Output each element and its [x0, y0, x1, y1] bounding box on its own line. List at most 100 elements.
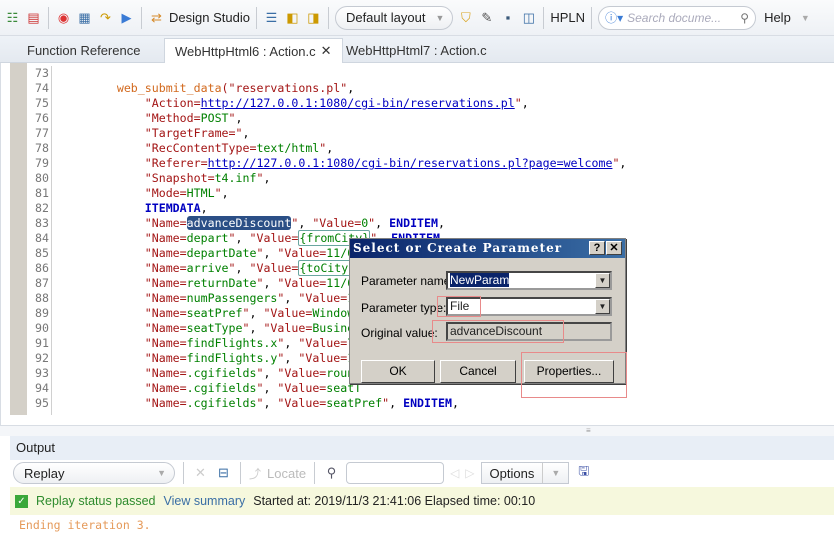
tab-function-reference[interactable]: Function Reference	[17, 38, 150, 63]
wrap-icon[interactable]: ⊟	[215, 465, 232, 482]
cancel-button[interactable]: Cancel	[440, 360, 516, 383]
search-icon[interactable]: ⚲	[323, 465, 340, 482]
replay-dropdown[interactable]: Replay ▼	[13, 462, 175, 484]
run-step-icon[interactable]: ↷	[97, 9, 114, 26]
code-token: web_submit_data	[116, 81, 222, 95]
annotation-highlight	[432, 320, 564, 343]
regenerate-icon[interactable]: ▦	[76, 9, 93, 26]
editor-tabs: Function Reference WebHttpHtml6 : Action…	[0, 36, 834, 63]
divider	[327, 6, 329, 29]
window-icon[interactable]: ◫	[520, 9, 537, 26]
code-line[interactable]: "Action=http://127.0.0.1:1080/cgi-bin/re…	[61, 96, 834, 111]
chevron-down-icon[interactable]: ▼	[801, 13, 810, 23]
close-icon[interactable]: ✕	[321, 43, 332, 59]
ok-button[interactable]: OK	[361, 360, 435, 383]
panel-splitter[interactable]: ≡	[0, 425, 834, 436]
line-number: 74	[35, 81, 49, 95]
search-input[interactable]: ⓘ▾ Search docume... ⚲	[598, 5, 757, 30]
line-number: 76	[35, 111, 49, 125]
line-number: 89	[35, 306, 49, 320]
code-token: Window	[312, 306, 355, 320]
tab-webhttphtml7-action[interactable]: WebHttpHtml7 : Action.c	[336, 38, 497, 63]
line-number: 79	[35, 156, 49, 170]
code-token: ,	[438, 216, 445, 230]
divider	[48, 6, 49, 29]
code-line[interactable]: web_submit_data("reservations.pl",	[61, 81, 834, 96]
chevron-down-icon[interactable]: ▼	[595, 273, 610, 288]
chevron-down-icon[interactable]: ▼	[542, 463, 568, 483]
divider	[183, 462, 184, 484]
previous-icon[interactable]: ◁	[450, 466, 459, 480]
code-token: seatType	[186, 321, 243, 335]
code-token: returnDate	[186, 276, 257, 290]
dialog-title-bar[interactable]: Select or Create Parameter ? ✕	[350, 239, 625, 258]
find-input[interactable]	[346, 462, 445, 484]
transaction-icon[interactable]: ◨	[305, 9, 322, 26]
save-icon[interactable]: 🖫	[575, 463, 592, 482]
view-summary-link[interactable]: View summary	[164, 494, 246, 508]
code-line[interactable]: "Mode=HTML",	[61, 186, 834, 201]
code-line[interactable]	[61, 66, 834, 81]
line-number: 87	[35, 276, 49, 290]
compile-icon[interactable]: ☷	[4, 9, 21, 26]
options-button[interactable]: Options ▼	[480, 462, 570, 484]
tab-webhttphtml6-action[interactable]: WebHttpHtml6 : Action.c ✕	[164, 38, 343, 63]
script-icon[interactable]: ▤	[25, 9, 42, 26]
clear-icon[interactable]: ✕	[192, 465, 209, 482]
next-icon[interactable]: ▷	[465, 466, 474, 480]
check-icon: ✓	[15, 494, 28, 508]
code-line[interactable]: "RecContentType=text/html",	[61, 141, 834, 156]
code-line[interactable]: "Referer=http://127.0.0.1:1080/cgi-bin/r…	[61, 156, 834, 171]
code-token: "	[228, 231, 236, 245]
play-icon[interactable]: ▶	[118, 9, 135, 26]
code-token: "Name=	[144, 351, 187, 365]
parameter-name-combo[interactable]: NewParam ▼	[446, 271, 612, 290]
search-icon[interactable]: ⚲	[740, 11, 749, 25]
chevron-down-icon: ▼	[435, 12, 445, 23]
code-token: "Name=	[144, 321, 187, 335]
list-icon[interactable]: ☰	[263, 9, 280, 26]
help-circle-icon: ⓘ▾	[605, 11, 624, 25]
code-token: ,	[263, 171, 271, 185]
close-button[interactable]: ✕	[606, 241, 622, 255]
code-line[interactable]: "Method=POST",	[61, 111, 834, 126]
replay-status-bar: ✓ Replay status passed View summary Star…	[10, 487, 834, 515]
code-token: "	[514, 96, 522, 110]
divider	[240, 462, 241, 484]
replay-status-text: Replay status passed	[36, 494, 156, 508]
pen-icon[interactable]: ✎	[478, 9, 495, 26]
layout-dropdown[interactable]: Default layout ▼	[334, 5, 454, 30]
code-line[interactable]: "TargetFrame=",	[61, 126, 834, 141]
line-number: 88	[35, 291, 49, 305]
help-button[interactable]: ?	[589, 241, 605, 255]
line-number: 75	[35, 96, 49, 110]
code-token: ,	[619, 156, 627, 170]
chevron-down-icon[interactable]: ▼	[595, 299, 610, 314]
snapshot-icon[interactable]: ◧	[284, 9, 301, 26]
code-token: ,	[235, 231, 250, 245]
code-line[interactable]: "Name=.cgifields", "Value=seatPref", END…	[61, 396, 834, 411]
code-token: ,	[284, 336, 299, 350]
hpln-button[interactable]: HPLN	[550, 10, 585, 25]
code-token: findFlights.y	[186, 351, 278, 365]
design-studio-button[interactable]: Design Studio	[169, 10, 250, 25]
grid-icon[interactable]: ▪	[499, 9, 516, 26]
code-line[interactable]: "Name=advanceDiscount", "Value=0", ENDIT…	[61, 216, 834, 231]
code-token: "Name=	[144, 396, 187, 410]
code-line[interactable]: "Snapshot=t4.inf",	[61, 171, 834, 186]
locate-button[interactable]: Locate	[267, 466, 306, 481]
code-token: ,	[242, 126, 250, 140]
line-number: 77	[35, 126, 49, 140]
code-token: "Name=	[144, 336, 187, 350]
bookmark-icon[interactable]: ⛉	[457, 9, 474, 26]
record-icon[interactable]: ◉	[55, 9, 72, 26]
code-line[interactable]: ITEMDATA,	[61, 201, 834, 216]
code-token: "Value=	[277, 246, 327, 260]
help-menu[interactable]: Help	[764, 10, 791, 25]
code-token: ,	[249, 321, 264, 335]
code-token: "Value=	[277, 276, 327, 290]
design-studio-icon[interactable]: ⇄	[148, 9, 165, 26]
